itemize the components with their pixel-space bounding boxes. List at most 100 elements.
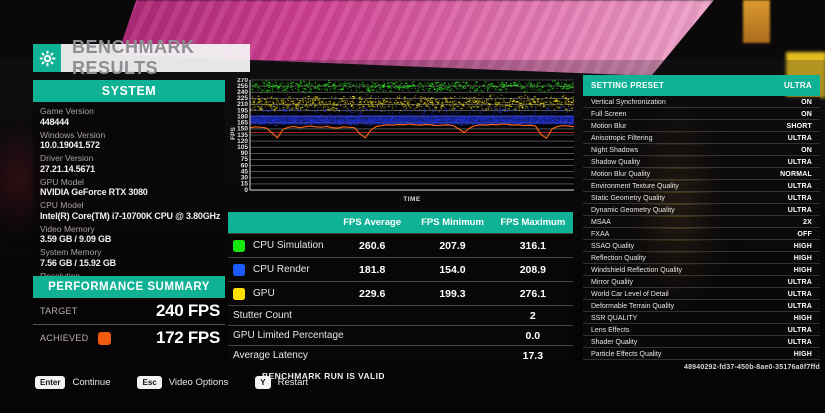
setting-row: World Car Level of Detail ULTRA [583,289,820,300]
performance-summary-panel: TARGET 240 FPS ACHIEVED 172 FPS [33,298,225,351]
setting-value: ULTRA [788,195,812,202]
setting-label: Mirror Quality [591,279,633,286]
setting-value: NORMAL [780,171,812,178]
table-row-gpu: GPU 229.6 199.3 276.1 [228,281,573,305]
settings-list: Vertical Synchronization ON Full Screen … [583,97,820,361]
results-table: FPS Average FPS Minimum FPS Maximum CPU … [228,212,573,381]
system-field-label: GPU Model [40,178,225,188]
cpu-simulation-max: 316.1 [493,240,573,252]
setting-label: Environment Texture Quality [591,183,679,190]
setting-label: Anisotropic Filtering [591,135,652,142]
setting-label: Motion Blur [591,123,626,130]
setting-value: ULTRA [788,183,812,190]
average-latency-value: 17.3 [493,350,573,362]
setting-row: Full Screen ON [583,109,820,120]
setting-value: OFF [797,231,812,238]
setting-value: SHORT [787,123,813,130]
page-title: BENCHMARK RESULTS [72,37,250,79]
enter-keycap: Enter [35,376,65,389]
achieved-status-swatch [98,332,111,345]
setting-label: Motion Blur Quality [591,171,650,178]
achieved-value: 172 FPS [156,328,220,348]
page-header: BENCHMARK RESULTS [61,44,250,72]
row-label: Stutter Count [228,310,493,321]
continue-button[interactable]: Enter Continue [35,376,110,389]
setting-value: ULTRA [788,339,812,346]
system-field: CPU Model Intel(R) Core(TM) i7-10700K CP… [40,201,225,221]
setting-preset-value: ULTRA [784,81,812,90]
gpu-min: 199.3 [412,288,492,300]
setting-row: MSAA 2X [583,217,820,228]
setting-row: Particle Effects Quality HIGH [583,349,820,360]
setting-label: SSAO Quality [591,243,634,250]
system-field: Driver Version 27.21.14.5671 [40,154,225,174]
column-fps-average: FPS Average [332,217,412,228]
table-row-cpu-render: CPU Render 181.8 154.0 208.9 [228,257,573,281]
system-field-label: System Memory [40,248,225,258]
setting-preset-label: SETTING PRESET [591,81,664,90]
setting-row: Static Geometry Quality ULTRA [583,193,820,204]
gpu-max: 276.1 [493,288,573,300]
system-panel: Game Version 448444 Windows Version 10.0… [33,102,225,299]
setting-row: Environment Texture Quality ULTRA [583,181,820,192]
setting-row: Vertical Synchronization ON [583,97,820,108]
target-row: TARGET 240 FPS [33,298,225,324]
setting-value: ON [801,99,812,106]
video-options-button[interactable]: Esc Video Options [137,376,228,389]
column-fps-minimum: FPS Minimum [412,217,492,228]
setting-label: Full Screen [591,111,626,118]
setting-label: Shader Quality [591,339,637,346]
setting-label: Night Shadows [591,147,638,154]
system-field-value: 10.0.19041.572 [40,140,225,151]
footer-key-hints: Enter Continue Esc Video Options Y Resta… [35,376,308,389]
system-field: System Memory 7.56 GB / 15.92 GB [40,248,225,268]
cpu-simulation-swatch [233,240,245,252]
stutter-count-value: 2 [493,310,573,322]
setting-row: Windshield Reflection Quality HIGH [583,265,820,276]
setting-row: Motion Blur Quality NORMAL [583,169,820,180]
setting-label: MSAA [591,219,611,226]
target-value: 240 FPS [156,301,220,321]
setting-row: SSR QUALITY HIGH [583,313,820,324]
setting-value: ON [801,147,812,154]
chart-x-axis-label: TIME [250,196,574,203]
gpu-swatch [233,288,245,300]
background-orange-block [743,0,770,43]
setting-row: Deformable Terrain Quality ULTRA [583,301,820,312]
cpu-render-max: 208.9 [493,264,573,276]
setting-row: Motion Blur SHORT [583,121,820,132]
setting-label: World Car Level of Detail [591,291,669,298]
setting-row: Reflection Quality HIGH [583,253,820,264]
row-label: Average Latency [228,350,493,361]
setting-row: FXAA OFF [583,229,820,240]
setting-value: ULTRA [788,303,812,310]
system-field-label: CPU Model [40,201,225,211]
chart-canvas [228,78,574,206]
performance-summary-header: PERFORMANCE SUMMARY [33,276,225,298]
setting-row: Night Shadows ON [583,145,820,156]
system-panel-header: SYSTEM [33,80,225,102]
table-row-average-latency: Average Latency 17.3 [228,345,573,365]
setting-label: Vertical Synchronization [591,99,666,106]
cpu-simulation-min: 207.9 [412,240,492,252]
system-field: Game Version 448444 [40,107,225,127]
setting-value: HIGH [794,351,812,358]
benchmark-run-guid: 48940292-fd37-450b-8ae0-35176a8f7ffd [583,364,820,371]
esc-keycap: Esc [137,376,161,389]
setting-value: HIGH [794,267,812,274]
setting-value: ULTRA [788,279,812,286]
system-field: Windows Version 10.0.19041.572 [40,131,225,151]
setting-value: 2X [803,219,812,226]
setting-row: Shader Quality ULTRA [583,337,820,348]
setting-row: Mirror Quality ULTRA [583,277,820,288]
table-row-cpu-simulation: CPU Simulation 260.6 207.9 316.1 [228,233,573,257]
cpu-render-min: 154.0 [412,264,492,276]
setting-row: Shadow Quality ULTRA [583,157,820,168]
setting-row: Anisotropic Filtering ULTRA [583,133,820,144]
gpu-limited-value: 0.0 [493,330,573,342]
system-field-label: Game Version [40,107,225,117]
results-table-header: FPS Average FPS Minimum FPS Maximum [228,212,573,233]
setting-value: ULTRA [788,207,812,214]
cpu-simulation-avg: 260.6 [332,240,412,252]
restart-button[interactable]: Y Restart [255,376,308,389]
